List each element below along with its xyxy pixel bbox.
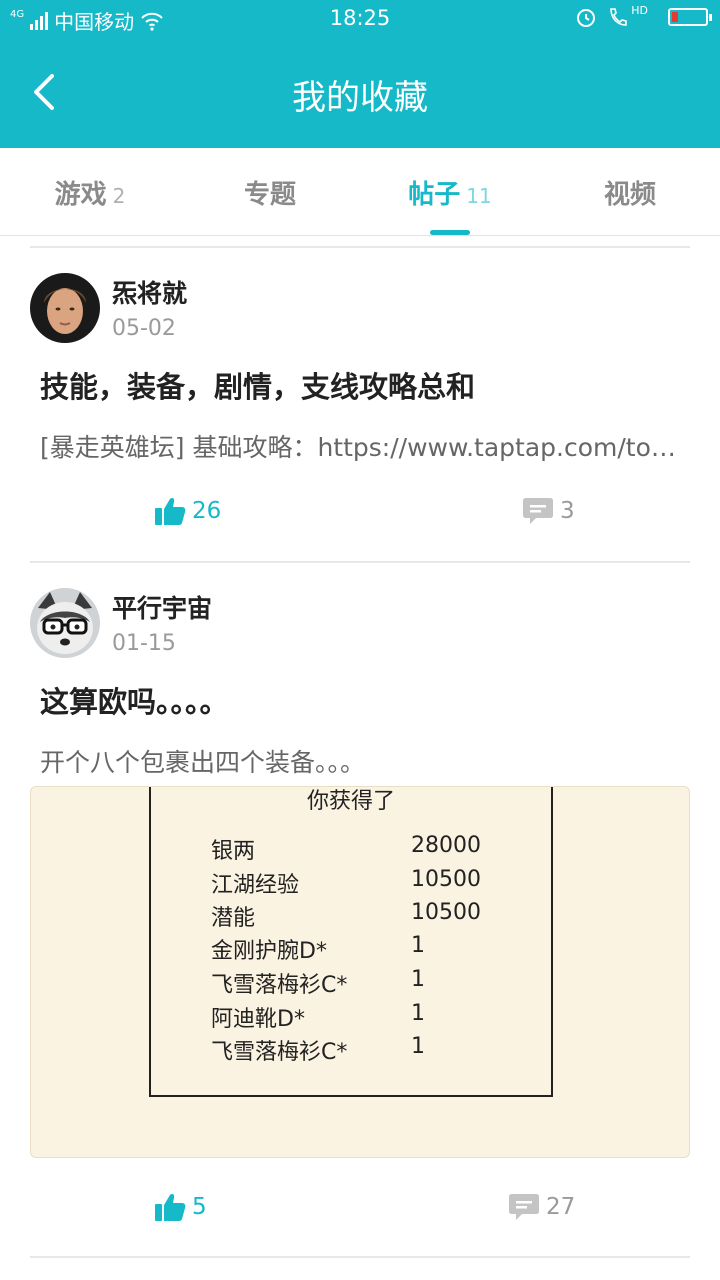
tab-label: 帖子 (408, 180, 461, 210)
reward-qty: 10500 (411, 900, 481, 925)
comment-count: 3 (560, 498, 575, 524)
post-date: 05-02 (112, 316, 176, 341)
reward-name: 飞雪落梅衫C* (211, 973, 348, 998)
reward-qty: 1 (411, 933, 425, 958)
reward-row: 阿迪靴D* 1 (211, 1001, 511, 1032)
thumbs-up-icon (155, 1194, 186, 1221)
reward-row: 银两 28000 (211, 833, 511, 864)
call-hd-icon (610, 8, 628, 26)
active-tab-indicator (430, 230, 470, 235)
reward-row: 飞雪落梅衫C* 1 (211, 1034, 511, 1065)
divider (30, 246, 690, 248)
post-date: 01-15 (112, 631, 176, 656)
tab-count: 11 (466, 184, 492, 208)
reward-heading: 你获得了 (306, 789, 395, 814)
reward-row: 潜能 10500 (211, 900, 511, 931)
comment-icon (523, 498, 553, 524)
like-count: 26 (192, 498, 222, 524)
reward-qty: 10500 (411, 867, 481, 892)
like-button[interactable]: 26 (154, 496, 221, 526)
reward-row: 金刚护腕D* 1 (211, 933, 511, 964)
reward-panel: 你获得了 银两 28000 江湖经验 10500 潜能 10500 金刚护腕D*… (149, 787, 553, 1097)
comment-button[interactable]: 27 (508, 1192, 575, 1222)
reward-qty: 1 (411, 1001, 425, 1026)
app-header: 我的收藏 (0, 38, 720, 148)
post-title[interactable]: 技能，装备，剧情，支线攻略总和 (40, 364, 475, 406)
post-excerpt: [暴走英雄坛] 基础攻略：https://www.taptap.com/topi… (40, 433, 680, 462)
reward-qty: 28000 (411, 833, 481, 858)
divider (30, 561, 690, 563)
post-image[interactable]: 你获得了 银两 28000 江湖经验 10500 潜能 10500 金刚护腕D*… (30, 786, 690, 1158)
post-excerpt: 开个八个包裹出四个装备。。。 (40, 748, 366, 777)
tab-posts[interactable]: 帖子 11 (360, 174, 540, 211)
tab-count: 2 (112, 184, 126, 208)
tab-label: 视频 (603, 180, 656, 210)
avatar[interactable] (30, 273, 100, 343)
tab-label: 专题 (243, 180, 296, 210)
status-bar: 4G 中国移动 18:25 HD (0, 0, 720, 38)
reward-name: 潜能 (211, 906, 256, 931)
reward-row: 江湖经验 10500 (211, 867, 511, 898)
hd-label: HD (631, 3, 648, 17)
divider (30, 1256, 690, 1258)
avatar[interactable] (30, 588, 100, 658)
alarm-icon (577, 9, 596, 27)
post-author[interactable]: 炁将就 (112, 274, 187, 310)
like-count: 5 (192, 1194, 207, 1220)
reward-row: 飞雪落梅衫C* 1 (211, 967, 511, 998)
tab-games[interactable]: 游戏 2 (0, 174, 180, 211)
post-author[interactable]: 平行宇宙 (112, 589, 212, 625)
reward-name: 阿迪靴D* (211, 1007, 305, 1032)
reward-name: 江湖经验 (211, 873, 300, 898)
reward-qty: 1 (411, 967, 425, 992)
comment-count: 27 (546, 1194, 576, 1220)
thumbs-up-icon (155, 498, 186, 525)
comment-icon (509, 1194, 539, 1220)
tab-label: 游戏 (54, 180, 107, 210)
comment-button[interactable]: 3 (522, 496, 575, 526)
page-title: 我的收藏 (292, 78, 428, 118)
reward-name: 金刚护腕D* (211, 939, 327, 964)
reward-qty: 1 (411, 1034, 425, 1059)
post-title[interactable]: 这算欧吗。。。。 (40, 679, 229, 721)
like-button[interactable]: 5 (154, 1192, 207, 1222)
tab-topics[interactable]: 专题 (180, 174, 360, 211)
tab-bar: 游戏 2 专题 帖子 11 视频 (0, 148, 720, 236)
tab-videos[interactable]: 视频 (540, 174, 720, 211)
reward-name: 飞雪落梅衫C* (211, 1040, 348, 1065)
reward-name: 银两 (211, 839, 256, 864)
battery-icon (668, 8, 712, 26)
